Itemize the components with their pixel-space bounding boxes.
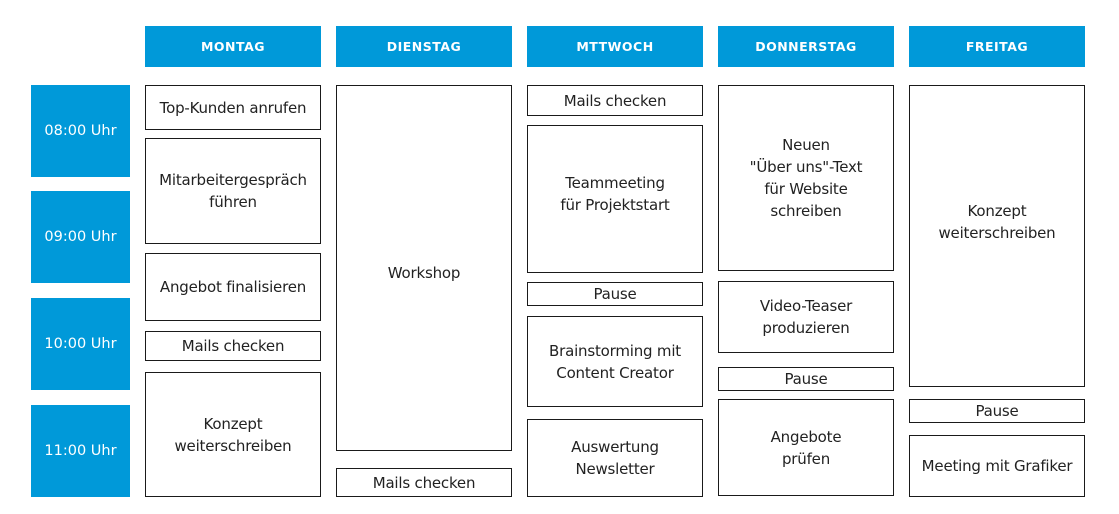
task-label: Konzept weiterschreiben [174,414,292,455]
task-block: Video-Teaser produzieren [718,281,894,353]
time-label-0800: 08:00 Uhr [31,85,130,177]
time-label-1100: 11:00 Uhr [31,405,130,497]
task-label: Mails checken [181,337,285,355]
task-block: Pause [527,282,703,306]
task-label: Neuen "Über uns"-Text für Website schrei… [749,136,863,220]
task-block: Neuen "Über uns"-Text für Website schrei… [718,85,894,271]
task-block: Angebot finalisieren [145,253,321,321]
task-block: Teammeeting für Projektstart [527,125,703,273]
task-label: Pause [784,370,828,388]
day-header-mittwoch: MTTWOCH [527,26,703,67]
time-label-1000: 10:00 Uhr [31,298,130,390]
day-header-donnerstag: DONNERSTAG [718,26,894,67]
task-label: Workshop [387,264,461,282]
task-label: Angebot finalisieren [159,278,307,296]
task-block: Brainstorming mit Content Creator [527,316,703,407]
day-header-montag: MONTAG [145,26,321,67]
task-label: Pause [975,402,1019,420]
task-block: Mitarbeitergespräch führen [145,138,321,244]
task-block: Konzept weiterschreiben [145,372,321,497]
task-label: Konzept weiterschreiben [938,202,1056,242]
task-label: Video-Teaser produzieren [759,297,853,337]
task-block: Mails checken [527,85,703,116]
task-label: Mails checken [372,473,476,492]
task-label: Mails checken [563,91,667,110]
task-label: Teammeeting für Projektstart [560,174,670,214]
task-block: Top-Kunden anrufen [145,85,321,130]
task-label: Mitarbeitergespräch führen [159,171,307,211]
task-label: Brainstorming mit Content Creator [549,341,681,382]
task-label: Angebote prüfen [770,427,842,468]
task-block: Workshop [336,85,512,451]
task-block: Mails checken [336,468,512,497]
time-label-0900: 09:00 Uhr [31,191,130,283]
task-block: Pause [718,367,894,391]
day-header-freitag: FREITAG [909,26,1085,67]
task-label: Meeting mit Grafiker [921,457,1073,475]
task-label: Auswertung Newsletter [571,438,659,478]
day-header-dienstag: DIENSTAG [336,26,512,67]
task-block: Meeting mit Grafiker [909,435,1085,497]
task-label: Pause [593,285,637,303]
task-block: Auswertung Newsletter [527,419,703,497]
task-block: Pause [909,399,1085,423]
task-label: Top-Kunden anrufen [159,98,307,117]
task-block: Angebote prüfen [718,399,894,496]
task-block: Mails checken [145,331,321,361]
task-block: Konzept weiterschreiben [909,85,1085,387]
